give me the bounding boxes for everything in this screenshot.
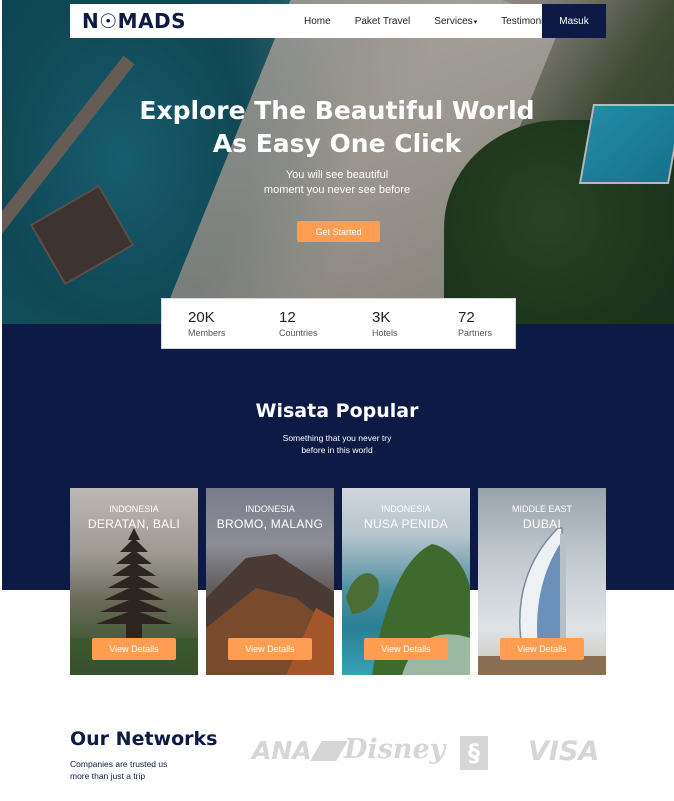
card-country: MIDDLE EAST: [511, 504, 572, 514]
card-place: DERATAN, BALI: [87, 517, 181, 531]
stat-partners: 72 Partners: [458, 309, 492, 340]
networks-title: Our Networks: [70, 728, 218, 750]
stat-label: Countries: [279, 328, 318, 338]
nav-link-home[interactable]: Home: [304, 16, 331, 27]
popular-title: Wisata Popular: [255, 400, 419, 422]
stat-value: 12: [279, 309, 296, 326]
destination-card-nusa-penida[interactable]: INDONESIA NUSA PENIDA View Details: [342, 488, 470, 675]
nav-link-services[interactable]: Services▾: [434, 16, 477, 27]
chevron-down-icon: ▾: [473, 18, 478, 26]
hero-image: [2, 0, 674, 324]
nav-links: Home Paket Travel Services▾ Testimonial: [304, 4, 575, 38]
card-country: INDONESIA: [109, 504, 159, 514]
card-country: INDONESIA: [245, 504, 295, 514]
hero-title-line2: As Easy One Click: [212, 129, 462, 158]
partner-shield-logo: §: [460, 736, 488, 770]
stat-label: Partners: [458, 328, 493, 338]
networks-subtitle-line2: more than just a trip: [70, 771, 146, 781]
ana-logo: ANA: [252, 736, 348, 765]
nav-link-paket-travel[interactable]: Paket Travel: [355, 16, 411, 27]
hero-subtitle-line1: You will see beautiful: [285, 169, 389, 181]
navbar: N☉MADS Home Paket Travel Services▾ Testi…: [70, 4, 606, 38]
stat-label: Hotels: [372, 328, 398, 338]
stat-members: 20K Members: [188, 309, 226, 340]
stat-value: 20K: [188, 309, 215, 326]
stat-value: 72: [458, 309, 475, 326]
stat-countries: 12 Countries: [279, 309, 318, 340]
view-details-button[interactable]: View Details: [500, 638, 584, 660]
get-started-button[interactable]: Get Started: [297, 221, 380, 242]
popular-subtitle: Something that you never try before in t…: [0, 432, 674, 456]
card-place: DUBAI: [522, 517, 562, 531]
networks-subtitle-line1: Companies are trusted us: [70, 759, 168, 769]
card-place: BROMO, MALANG: [216, 517, 324, 531]
view-details-button[interactable]: View Details: [228, 638, 312, 660]
hero-subtitle-line2: moment you never see before: [263, 184, 411, 196]
ana-logo-text: ANA: [252, 736, 312, 765]
stats-bar: 20K Members 12 Countries 3K Hotels 72 Pa…: [161, 298, 516, 349]
ana-slash-icon: [309, 741, 348, 761]
popular-subtitle-line2: before in this world: [301, 445, 373, 455]
hero-subtitle: You will see beautiful moment you never …: [0, 168, 674, 198]
card-place: NUSA PENIDA: [364, 517, 448, 531]
destination-card-dubai[interactable]: MIDDLE EAST DUBAI View Details: [478, 488, 606, 675]
stat-hotels: 3K Hotels: [372, 309, 398, 340]
networks-subtitle: Companies are trusted us more than just …: [70, 758, 190, 782]
nav-link-services-label: Services: [434, 15, 473, 27]
nomads-logo[interactable]: N☉MADS: [82, 9, 186, 33]
hero-title: Explore The Beautiful World As Easy One …: [0, 94, 674, 160]
stat-label: Members: [188, 328, 226, 338]
popular-subtitle-line1: Something that you never try: [282, 433, 392, 443]
visa-logo: VISA: [528, 736, 600, 767]
view-details-button[interactable]: View Details: [92, 638, 176, 660]
hero-title-line1: Explore The Beautiful World: [139, 96, 535, 125]
stat-value: 3K: [372, 309, 391, 326]
disney-logo: Disney: [344, 734, 446, 765]
hero-overlay: [2, 0, 674, 324]
destination-card-bali[interactable]: INDONESIA DERATAN, BALI View Details: [70, 488, 198, 675]
view-details-button[interactable]: View Details: [364, 638, 448, 660]
destination-card-bromo[interactable]: INDONESIA BROMO, MALANG View Details: [206, 488, 334, 675]
card-country: INDONESIA: [381, 504, 431, 514]
login-button[interactable]: Masuk: [542, 4, 606, 38]
